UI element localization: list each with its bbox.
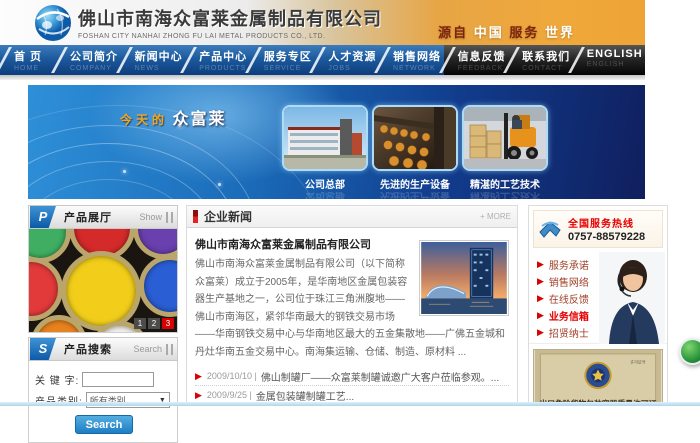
phone-icon [537, 218, 563, 240]
news-panel: 企业新闻 + MORE [186, 205, 518, 406]
arrow-bullet-icon: ▶ [537, 293, 544, 304]
news-title: 企业新闻 [204, 208, 480, 225]
keyword-input[interactable] [82, 372, 154, 387]
company-name-cn: 佛山市南海众富莱金属制品有限公司 [78, 5, 382, 31]
site-header: 佛山市南海众富莱金属制品有限公司 FOSHAN CITY NANHAI ZHON… [0, 0, 645, 45]
company-intro: 佛山市南海众富莱金属制品有限公司 佛山市南海众富莱金属制品有限公司（以下简称众富… [187, 228, 517, 361]
footer-divider [0, 402, 700, 406]
customer-service-agent-photo [599, 252, 665, 344]
production-photo [372, 105, 458, 171]
news-list: ▶ 2009/10/10 | 佛山制罐厂——众富莱制罐诚邀广大客户莅临参观。..… [187, 367, 517, 406]
nav-item-contact[interactable]: 联系我们CONTACT [508, 45, 573, 75]
menu-item-business-mailbox[interactable]: ▶业务信箱 [537, 307, 589, 324]
certificate-image[interactable]: 出口危险货物包装容器质量许可证 许可证号 [533, 349, 663, 406]
sparkle-dot [123, 170, 126, 173]
keyword-label: 关 键 字: [35, 372, 79, 387]
banner-thumb-craft[interactable]: 精湛的工艺技术 精湛的工艺技术 [462, 105, 548, 199]
banner-thumb-production[interactable]: 先进的生产设备 先进的生产设备 [372, 105, 458, 199]
list-icon [166, 212, 173, 223]
showcase-pagination: 1 2 3 [134, 318, 174, 329]
banner-tagline: 今天的 众富莱 [120, 105, 226, 129]
list-icon [166, 344, 173, 355]
service-sidebar: 全国服务热线 0757-88579228 ▶服务承诺 ▶销售网络 ▶在线反馈 ▶… [528, 205, 668, 406]
nav-item-news[interactable]: 新闻中心NEWS [121, 45, 186, 75]
nav-item-home[interactable]: 首 页HOME [0, 45, 56, 75]
product-showcase-image[interactable]: 1 2 3 [28, 229, 178, 333]
arrow-bullet-icon: ▶ [537, 327, 544, 338]
arrow-bullet-icon: ▶ [537, 259, 544, 270]
hotline-number: 0757-88579228 [568, 231, 645, 243]
slogan-part4: 世界 [545, 25, 575, 40]
main-nav: 首 页HOME 公司简介COMPANY 新闻中心NEWS 产品中心PRODUCT… [0, 45, 645, 75]
red-bar-icon [193, 210, 198, 223]
menu-item-sales-network[interactable]: ▶销售网络 [537, 273, 589, 290]
banner-thumb-headquarters[interactable]: 公司总部 公司总部 [282, 105, 368, 199]
forklift-photo [462, 105, 548, 171]
brand-block: 佛山市南海众富莱金属制品有限公司 FOSHAN CITY NANHAI ZHON… [78, 5, 382, 40]
globe-logo-icon [33, 3, 73, 43]
menu-item-recruitment[interactable]: ▶招贤纳士 [537, 324, 589, 341]
nav-item-english[interactable]: ENGLISHENGLISH [573, 45, 645, 75]
search-badge: S [30, 338, 56, 360]
slogan-part1: 源自 [438, 25, 468, 40]
headquarters-photo [282, 105, 368, 171]
news-header: 企业新闻 + MORE [187, 206, 517, 228]
slogan-part2: 中国 [474, 25, 510, 40]
nav-item-jobs[interactable]: 人才资源JOBS [314, 45, 379, 75]
paint-can [28, 257, 63, 321]
page: 佛山市南海众富莱金属制品有限公司 FOSHAN CITY NANHAI ZHON… [0, 0, 700, 406]
nav-item-company[interactable]: 公司简介COMPANY [56, 45, 121, 75]
search-link[interactable]: Search [133, 344, 162, 354]
nav-item-feedback[interactable]: 信息反馈FEEDBACK [444, 45, 509, 75]
nav-item-products[interactable]: 产品中心PRODUCTS [185, 45, 250, 75]
page-1[interactable]: 1 [134, 318, 146, 329]
news-row[interactable]: ▶ 2009/10/10 | 佛山制罐厂——众富莱制罐诚邀广大客户莅临参观。..… [195, 367, 509, 386]
service-menu-area: ▶服务承诺 ▶销售网络 ▶在线反馈 ▶业务信箱 ▶招贤纳士 [529, 252, 667, 344]
floating-service-button[interactable] [679, 338, 700, 365]
sparkle-dot [218, 183, 221, 186]
hero-banner: 今天的 众富莱 公司总部 公司总部 [28, 85, 645, 199]
arrow-bullet-icon: ▶ [195, 371, 202, 382]
nav-item-service[interactable]: 服务专区SERVICE [250, 45, 315, 75]
showcase-title: 产品展厅 [64, 209, 139, 225]
arrow-bullet-icon: ▶ [195, 390, 202, 401]
showcase-badge: P [30, 206, 56, 228]
news-more-link[interactable]: + MORE [480, 212, 511, 221]
slogan-part3: 服务 [509, 25, 539, 40]
showcase-show-link[interactable]: Show [139, 212, 162, 222]
left-sidebar: P 产品展厅 Show 1 2 3 S 产品搜索 Search [28, 205, 178, 443]
product-showcase-header: P 产品展厅 Show [28, 205, 178, 229]
page-2[interactable]: 2 [148, 318, 160, 329]
product-search-header: S 产品搜索 Search [28, 337, 178, 361]
office-tower-photo [419, 240, 509, 316]
page-3[interactable]: 3 [162, 318, 174, 329]
service-menu: ▶服务承诺 ▶销售网络 ▶在线反馈 ▶业务信箱 ▶招贤纳士 [537, 256, 589, 341]
hotline-label: 全国服务热线 [568, 215, 645, 230]
slogan: 源自 中国 服务 世界 [438, 22, 575, 41]
svg-text:许可证号: 许可证号 [630, 360, 646, 365]
nav-item-network[interactable]: 销售网络NETWORK [379, 45, 444, 75]
arrow-bullet-icon: ▶ [537, 310, 544, 321]
search-button[interactable]: Search [75, 415, 133, 434]
hotline-box: 全国服务热线 0757-88579228 [533, 210, 663, 248]
paint-can [139, 255, 178, 317]
company-name-en: FOSHAN CITY NANHAI ZHONG FU LAI METAL PR… [78, 33, 382, 40]
arrow-bullet-icon: ▶ [537, 276, 544, 287]
search-title: 产品搜索 [64, 341, 133, 357]
menu-item-online-feedback[interactable]: ▶在线反馈 [537, 290, 589, 307]
menu-item-service-promise[interactable]: ▶服务承诺 [537, 256, 589, 273]
